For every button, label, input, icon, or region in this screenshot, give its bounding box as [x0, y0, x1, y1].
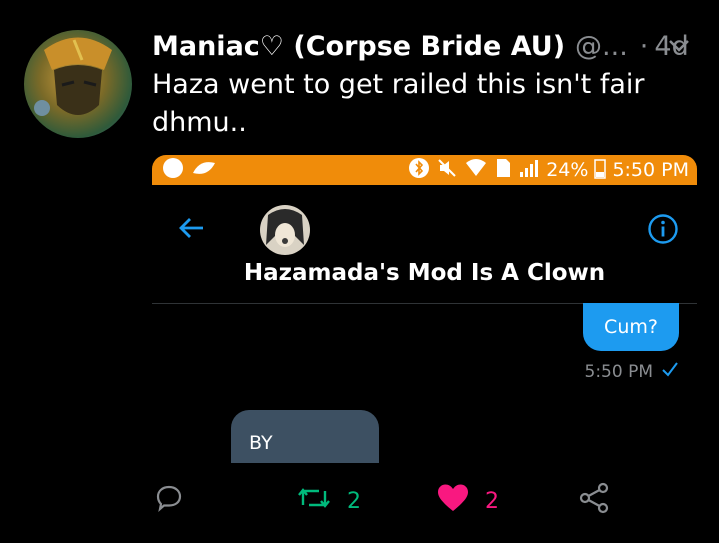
status-clock: 5:50 PM	[612, 159, 689, 181]
checkmark-icon	[661, 361, 679, 382]
chevron-down-icon[interactable]	[667, 36, 691, 60]
sim-icon	[494, 157, 512, 184]
reply-icon	[155, 484, 183, 518]
author-avatar[interactable]	[24, 30, 132, 138]
back-arrow-icon[interactable]	[177, 213, 207, 247]
separator-dot: ·	[639, 30, 649, 62]
chat-avatar[interactable]	[260, 205, 310, 255]
share-button[interactable]	[578, 478, 610, 524]
message-time-text: 5:50 PM	[584, 361, 654, 382]
notification-icon	[190, 157, 218, 183]
battery-icon	[594, 157, 607, 184]
tweet-header: Maniac♡ (Corpse Bride AU) @... · 4d	[152, 30, 699, 62]
chat-title: Hazamada's Mod Is A Clown	[243, 260, 606, 286]
like-count: 2	[485, 488, 499, 514]
message-timestamp: 5:50 PM	[585, 361, 680, 382]
mute-icon	[436, 157, 458, 184]
circle-icon	[162, 157, 184, 183]
received-message-text: BY	[249, 432, 273, 454]
phone-status-bar: 24% 5:50 PM	[152, 155, 697, 185]
retweet-button[interactable]: 2	[297, 478, 361, 524]
author-handle[interactable]: @...	[575, 31, 628, 62]
reply-button[interactable]	[155, 478, 183, 524]
sent-message-bubble[interactable]: Cum?	[583, 303, 679, 351]
retweet-count: 2	[347, 488, 361, 514]
retweet-icon	[297, 485, 331, 517]
info-icon[interactable]	[647, 213, 679, 249]
author-name[interactable]: Maniac♡ (Corpse Bride AU)	[152, 31, 565, 62]
heart-icon	[437, 483, 469, 519]
sent-message-text: Cum?	[604, 316, 658, 338]
share-icon	[578, 482, 610, 520]
signal-icon	[518, 157, 540, 184]
tweet-text: Haza went to get railed this isn't fair …	[152, 69, 645, 138]
like-button[interactable]: 2	[437, 478, 499, 524]
bluetooth-icon	[408, 157, 430, 184]
battery-percent: 24%	[546, 159, 589, 181]
attached-screenshot[interactable]: 24% 5:50 PM Hazamada's Mod Is A Clown Cu…	[152, 155, 697, 463]
wifi-icon	[464, 157, 488, 184]
tweet-actions: 2 2	[0, 478, 719, 524]
received-message-bubble[interactable]: BY	[231, 410, 379, 463]
